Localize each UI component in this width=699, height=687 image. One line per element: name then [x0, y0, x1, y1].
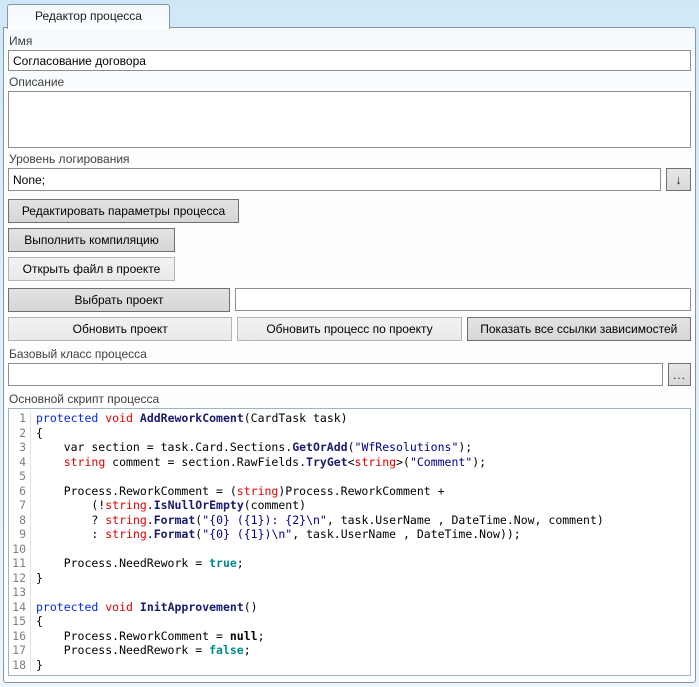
code-line: 13	[9, 585, 690, 600]
line-number: 8	[9, 513, 31, 528]
show-dependency-links-button[interactable]: Показать все ссылки зависимостей	[467, 317, 691, 341]
line-number: 13	[9, 585, 31, 600]
line-number: 14	[9, 600, 31, 615]
code-line: 4 string comment = section.RawFields.Try…	[9, 455, 690, 470]
line-number: 17	[9, 643, 31, 658]
tab-strip: Редактор процесса	[0, 0, 699, 28]
code-text	[31, 542, 36, 557]
open-file-button[interactable]: Открыть файл в проекте	[8, 257, 175, 281]
code-line: 15{	[9, 614, 690, 629]
log-level-dropdown-button[interactable]: ↓	[666, 168, 691, 191]
code-text	[31, 585, 36, 600]
script-code-editor[interactable]: 1protected void AddReworkComent(CardTask…	[8, 408, 691, 676]
project-path-input[interactable]	[235, 288, 691, 311]
code-text: (!string.IsNullOrEmpty(comment)	[31, 498, 306, 513]
line-number: 5	[9, 469, 31, 484]
base-class-row: ...	[8, 363, 691, 386]
base-class-input[interactable]	[8, 363, 663, 386]
tab-process-editor[interactable]: Редактор процесса	[7, 4, 170, 29]
code-text: ? string.Format("{0} ({1}): {2}\n", task…	[31, 513, 604, 528]
code-line: 17 Process.NeedRework = false;	[9, 643, 690, 658]
code-text: Process.NeedRework = true;	[31, 556, 244, 571]
line-number: 9	[9, 527, 31, 542]
code-line: 8 ? string.Format("{0} ({1}): {2}\n", ta…	[9, 513, 690, 528]
code-line: 16 Process.ReworkComment = null;	[9, 629, 690, 644]
code-text: Process.ReworkComment = null;	[31, 629, 265, 644]
down-arrow-icon: ↓	[675, 172, 682, 187]
description-input[interactable]	[8, 91, 691, 148]
code-text: }	[31, 658, 43, 673]
line-number: 18	[9, 658, 31, 673]
log-level-row: ↓	[8, 168, 691, 191]
code-text: Process.NeedRework = false;	[31, 643, 251, 658]
code-text: protected void InitApprovement()	[31, 600, 258, 615]
base-class-label: Базовый класс процесса	[9, 347, 690, 361]
code-line: 3 var section = task.Card.Sections.GetOr…	[9, 440, 690, 455]
line-number: 3	[9, 440, 31, 455]
code-line: 11 Process.NeedRework = true;	[9, 556, 690, 571]
process-editor-panel: Имя Описание Уровень логирования ↓ Редак…	[3, 27, 696, 683]
line-number: 15	[9, 614, 31, 629]
line-number: 6	[9, 484, 31, 499]
code-text: string comment = section.RawFields.TryGe…	[31, 455, 486, 470]
line-number: 10	[9, 542, 31, 557]
code-text: protected void AddReworkComent(CardTask …	[31, 411, 348, 426]
line-number: 16	[9, 629, 31, 644]
ellipsis-icon: ...	[673, 368, 686, 382]
code-text	[31, 469, 36, 484]
code-text: {	[31, 426, 43, 441]
log-level-input[interactable]	[8, 168, 661, 191]
code-line: 5	[9, 469, 690, 484]
code-text: Process.ReworkComment = (string)Process.…	[31, 484, 445, 499]
code-text: : string.Format("{0} ({1})\n", task.User…	[31, 527, 521, 542]
code-text: }	[31, 571, 43, 586]
line-number: 11	[9, 556, 31, 571]
update-process-button[interactable]: Обновить процесс по проекту	[237, 317, 461, 341]
code-line: 7 (!string.IsNullOrEmpty(comment)	[9, 498, 690, 513]
code-line: 6 Process.ReworkComment = (string)Proces…	[9, 484, 690, 499]
code-line: 9 : string.Format("{0} ({1})\n", task.Us…	[9, 527, 690, 542]
line-number: 1	[9, 411, 31, 426]
code-line: 2{	[9, 426, 690, 441]
name-label: Имя	[9, 34, 690, 48]
line-number: 4	[9, 455, 31, 470]
line-number: 12	[9, 571, 31, 586]
line-number: 2	[9, 426, 31, 441]
compile-button[interactable]: Выполнить компиляцию	[8, 228, 175, 252]
base-class-browse-button[interactable]: ...	[668, 363, 691, 386]
select-project-row: Выбрать проект	[8, 288, 691, 312]
project-actions-row: Обновить проект Обновить процесс по прое…	[8, 317, 691, 341]
script-label: Основной скрипт процесса	[9, 392, 690, 406]
code-text: {	[31, 614, 43, 629]
select-project-button[interactable]: Выбрать проект	[8, 288, 230, 312]
code-line: 18}	[9, 658, 690, 673]
description-label: Описание	[9, 75, 690, 89]
code-line: 12}	[9, 571, 690, 586]
code-text: var section = task.Card.Sections.GetOrAd…	[31, 440, 472, 455]
update-project-button[interactable]: Обновить проект	[8, 317, 232, 341]
code-line: 1protected void AddReworkComent(CardTask…	[9, 411, 690, 426]
code-line: 14protected void InitApprovement()	[9, 600, 690, 615]
name-input[interactable]	[8, 50, 691, 71]
code-line: 10	[9, 542, 690, 557]
edit-params-button[interactable]: Редактировать параметры процесса	[8, 199, 239, 223]
log-level-label: Уровень логирования	[9, 152, 690, 166]
line-number: 7	[9, 498, 31, 513]
tab-label: Редактор процесса	[35, 9, 142, 23]
